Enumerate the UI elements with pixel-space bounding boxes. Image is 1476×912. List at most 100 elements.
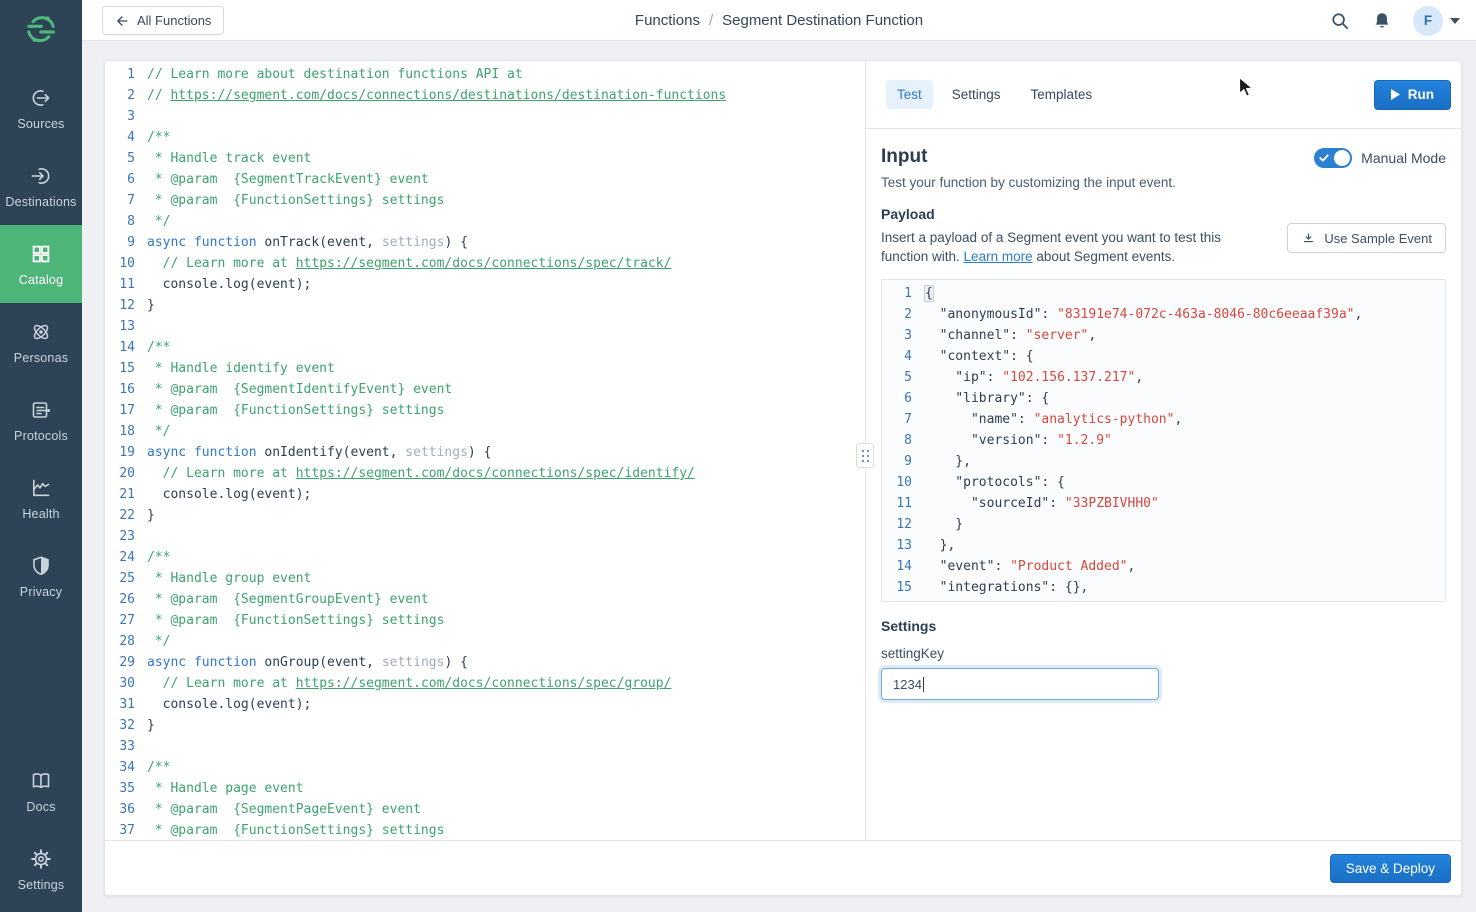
notifications-bell-icon[interactable] (1371, 10, 1393, 32)
manual-mode-toggle[interactable] (1314, 148, 1352, 168)
sidebar-item-catalog[interactable]: Catalog (0, 225, 82, 303)
line-number: 25 (105, 568, 147, 589)
sidebar-item-health[interactable]: Health (0, 459, 82, 537)
code-editor[interactable]: 1// Learn more about destination functio… (105, 61, 865, 842)
sidebar-item-label: Health (22, 507, 59, 521)
sidebar-item-destinations[interactable]: Destinations (0, 147, 82, 225)
payload-title: Payload (881, 206, 1446, 222)
code-line: 9 }, (882, 451, 1445, 472)
code-line: 2// https://segment.com/docs/connections… (105, 85, 865, 106)
code-line: 22} (105, 505, 865, 526)
code-line: 28 */ (105, 631, 865, 652)
payload-section: Payload Insert a payload of a Segment ev… (881, 206, 1446, 602)
code-line: 8 */ (105, 211, 865, 232)
sidebar-item-label: Privacy (20, 585, 62, 599)
code-line: 15 "integrations": {}, (882, 577, 1445, 598)
manual-mode-label: Manual Mode (1361, 150, 1446, 166)
line-number: 32 (105, 715, 147, 736)
avatar[interactable]: F (1413, 6, 1443, 36)
segment-logo-icon (24, 12, 58, 46)
sidebar-item-sources[interactable]: Sources (0, 69, 82, 147)
panel-content: Input Manual Mode Test your function by … (866, 129, 1461, 700)
settingkey-label: settingKey (881, 646, 1446, 661)
privacy-shield-icon (29, 554, 53, 578)
code-line: 5 "ip": "102.156.137.217", (882, 367, 1445, 388)
panel-resize-handle[interactable] (856, 443, 874, 468)
code-line: 6 * @param {SegmentTrackEvent} event (105, 169, 865, 190)
code-line: 31 console.log(event); (105, 694, 865, 715)
tab-templates[interactable]: Templates (1020, 80, 1104, 109)
sidebar: Sources Destinations Catalog (0, 0, 82, 912)
sidebar-bottom-nav: Docs Settings (0, 752, 82, 908)
run-button[interactable]: Run (1374, 80, 1451, 110)
breadcrumb-functions[interactable]: Functions (635, 12, 700, 29)
code-line: 14/** (105, 337, 865, 358)
save-deploy-button[interactable]: Save & Deploy (1330, 854, 1451, 883)
code-line: 16 * @param {SegmentIdentifyEvent} event (105, 379, 865, 400)
code-line: 4/** (105, 127, 865, 148)
line-number: 20 (105, 463, 147, 484)
line-number: 8 (105, 211, 147, 232)
line-number: 22 (105, 505, 147, 526)
code-line: 20 // Learn more at https://segment.com/… (105, 463, 865, 484)
sidebar-item-docs[interactable]: Docs (0, 752, 82, 830)
breadcrumb: Functions / Segment Destination Function (635, 12, 923, 29)
payload-description: Insert a payload of a Segment event you … (881, 228, 1253, 266)
input-section-title: Input (881, 146, 927, 168)
line-number: 2 (105, 85, 147, 106)
line-number: 34 (105, 757, 147, 778)
sidebar-item-protocols[interactable]: Protocols (0, 381, 82, 459)
line-number: 13 (105, 316, 147, 337)
run-button-label: Run (1408, 87, 1434, 102)
sidebar-item-label: Protocols (14, 429, 68, 443)
line-number: 8 (882, 430, 924, 451)
line-number: 9 (882, 451, 924, 472)
panel-tabbar: Test Settings Templates Run (866, 61, 1461, 129)
tab-settings[interactable]: Settings (941, 80, 1012, 109)
line-number: 7 (882, 409, 924, 430)
sidebar-item-privacy[interactable]: Privacy (0, 537, 82, 615)
line-number: 4 (105, 127, 147, 148)
code-line: 15 * Handle identify event (105, 358, 865, 379)
line-number: 28 (105, 631, 147, 652)
code-line: 25 * Handle group event (105, 568, 865, 589)
breadcrumb-current: Segment Destination Function (722, 12, 923, 29)
code-line: 3 "channel": "server", (882, 325, 1445, 346)
settingkey-input[interactable]: 1234 (881, 668, 1159, 700)
drag-dots-icon (862, 450, 869, 462)
line-number: 6 (105, 169, 147, 190)
line-number: 11 (882, 493, 924, 514)
code-line: 13 (105, 316, 865, 337)
all-functions-back-button[interactable]: All Functions (102, 6, 224, 35)
line-number: 9 (105, 232, 147, 253)
sidebar-item-label: Sources (17, 117, 64, 131)
payload-json-editor[interactable]: 1{2 "anonymousId": "83191e74-072c-463a-8… (881, 279, 1446, 602)
code-line: 11 console.log(event); (105, 274, 865, 295)
code-line: 8 "version": "1.2.9" (882, 430, 1445, 451)
code-line: 2 "anonymousId": "83191e74-072c-463a-804… (882, 304, 1445, 325)
code-line: 37 * @param {FunctionSettings} settings (105, 820, 865, 841)
sidebar-item-personas[interactable]: Personas (0, 303, 82, 381)
code-line: 35 * Handle page event (105, 778, 865, 799)
learn-more-link[interactable]: Learn more (964, 249, 1033, 264)
segment-logo[interactable] (0, 12, 82, 46)
line-number: 15 (105, 358, 147, 379)
use-sample-event-button[interactable]: Use Sample Event (1287, 223, 1446, 253)
sidebar-item-settings[interactable]: Settings (0, 830, 82, 908)
code-line: 30 // Learn more at https://segment.com/… (105, 673, 865, 694)
line-number: 26 (105, 589, 147, 610)
line-number: 1 (882, 283, 924, 304)
account-menu[interactable]: F (1413, 6, 1460, 36)
line-number: 3 (105, 106, 147, 127)
breadcrumb-separator: / (709, 12, 713, 29)
tab-test[interactable]: Test (886, 80, 933, 109)
header-actions: F (1329, 0, 1460, 41)
sidebar-item-label: Docs (26, 800, 55, 814)
line-number: 12 (882, 514, 924, 535)
line-number: 5 (105, 148, 147, 169)
search-icon[interactable] (1329, 10, 1351, 32)
docs-book-icon (29, 769, 53, 793)
sidebar-item-label: Personas (14, 351, 68, 365)
code-line: 19async function onIdentify(event, setti… (105, 442, 865, 463)
line-number: 36 (105, 799, 147, 820)
